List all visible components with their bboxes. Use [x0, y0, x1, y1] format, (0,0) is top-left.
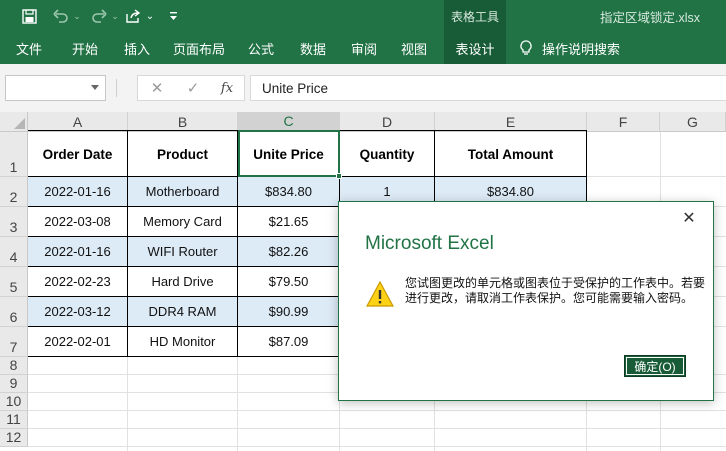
gridline — [28, 428, 726, 429]
table-header-quantity[interactable]: Quantity — [340, 132, 434, 176]
ribbon-tab-bar: 文件 开始 插入 页面布局 公式 数据 审阅 视图 表设计 操作说明搜索 — [0, 32, 726, 64]
row-header-7[interactable]: 7 — [0, 327, 28, 357]
column-header-f[interactable]: F — [587, 112, 660, 132]
tab-view[interactable]: 视图 — [391, 32, 437, 64]
table-cell[interactable]: 2022-03-08 — [28, 207, 127, 236]
table-cell[interactable]: DDR4 RAM — [128, 297, 237, 326]
tab-insert[interactable]: 插入 — [114, 32, 160, 64]
formula-input[interactable]: Unite Price — [250, 75, 726, 101]
table-cell[interactable]: $21.65 — [238, 207, 339, 236]
table-cell[interactable]: 2022-02-23 — [28, 267, 127, 296]
row-header-8[interactable]: 8 — [0, 357, 28, 375]
table-header-total-amount[interactable]: Total Amount — [435, 132, 586, 176]
gridline — [587, 176, 726, 177]
protected-sheet-dialog: ✕ Microsoft Excel 您试图更改的单元格或图表位于受保护的工作表中… — [338, 201, 714, 401]
tab-data[interactable]: 数据 — [290, 32, 336, 64]
document-title: 指定区域锁定.xlsx — [600, 10, 701, 25]
column-header-g[interactable]: G — [660, 112, 726, 132]
dialog-title: Microsoft Excel — [365, 233, 494, 254]
table-tools-context-label: 表格工具 — [444, 0, 506, 32]
row-header-1[interactable]: 1 — [0, 132, 28, 177]
fill-handle[interactable] — [336, 173, 342, 179]
undo-icon[interactable] — [50, 0, 72, 32]
redo-dropdown-icon[interactable]: ⌄ — [110, 0, 120, 32]
close-icon[interactable]: ✕ — [680, 209, 698, 227]
row-header-4[interactable]: 4 — [0, 237, 28, 267]
formula-buttons: ✕ ✓ fx — [137, 75, 245, 101]
column-header-d[interactable]: D — [340, 112, 435, 132]
warning-icon — [365, 280, 395, 308]
chevron-down-icon[interactable] — [91, 85, 99, 90]
dialog-message: 您试图更改的单元格或图表位于受保护的工作表中。若要进行更改，请取消工作表保护。您… — [405, 276, 706, 305]
column-header-b[interactable]: B — [128, 112, 238, 132]
formula-bar: ✕ ✓ fx Unite Price — [0, 64, 726, 112]
separator — [116, 79, 117, 97]
tab-page-layout[interactable]: 页面布局 — [168, 32, 230, 64]
table-header-order-date[interactable]: Order Date — [28, 132, 127, 176]
ok-button[interactable]: 确定(O) — [624, 355, 686, 377]
table-cell[interactable]: $90.99 — [238, 297, 339, 326]
tell-me-search[interactable]: 操作说明搜索 — [520, 32, 630, 64]
gridline — [28, 410, 726, 411]
active-cell-selection[interactable] — [238, 130, 342, 179]
table-cell[interactable]: $82.26 — [238, 237, 339, 266]
table-cell[interactable]: $79.50 — [238, 267, 339, 296]
row-header-9[interactable]: 9 — [0, 375, 28, 393]
share-dropdown-icon[interactable]: ⌄ — [144, 0, 156, 32]
customize-qat-icon[interactable] — [166, 0, 180, 32]
gridline — [237, 357, 238, 451]
tab-formulas[interactable]: 公式 — [238, 32, 284, 64]
table-cell[interactable]: 2022-01-16 — [28, 237, 127, 266]
cancel-icon[interactable]: ✕ — [142, 76, 172, 100]
name-box[interactable] — [5, 75, 106, 101]
row-header-2[interactable]: 2 — [0, 177, 28, 207]
enter-icon[interactable]: ✓ — [178, 76, 208, 100]
table-cell[interactable]: 2022-02-01 — [28, 327, 127, 356]
lightbulb-icon — [520, 40, 532, 56]
redo-icon[interactable] — [88, 0, 110, 32]
table-cell[interactable]: HD Monitor — [128, 327, 237, 356]
column-header-a[interactable]: A — [28, 112, 128, 132]
table-cell[interactable]: 2022-01-16 — [28, 177, 127, 206]
tab-table-design[interactable]: 表设计 — [444, 32, 506, 64]
row-header-6[interactable]: 6 — [0, 297, 28, 327]
table-cell[interactable]: $87.09 — [238, 327, 339, 356]
table-cell[interactable]: Memory Card — [128, 207, 237, 236]
row-header-11[interactable]: 11 — [0, 411, 28, 429]
column-header-c[interactable]: C — [238, 112, 340, 132]
gridline — [28, 446, 726, 447]
share-icon[interactable] — [123, 0, 143, 32]
table-cell[interactable]: Hard Drive — [128, 267, 237, 296]
row-header-5[interactable]: 5 — [0, 267, 28, 297]
tab-review[interactable]: 审阅 — [341, 32, 387, 64]
save-icon[interactable] — [18, 0, 40, 32]
gridline — [127, 357, 128, 451]
title-bar: ⌄ ⌄ ⌄ 表格工具 指定区域锁定.xlsx — [0, 0, 726, 32]
table-header-product[interactable]: Product — [128, 132, 237, 176]
row-header-3[interactable]: 3 — [0, 207, 28, 237]
insert-function-icon[interactable]: fx — [212, 76, 242, 100]
tab-file[interactable]: 文件 — [6, 32, 52, 64]
select-all-corner[interactable] — [0, 112, 28, 132]
table-cell[interactable]: $834.80 — [238, 177, 339, 206]
row-header-10[interactable]: 10 — [0, 393, 28, 411]
column-header-e[interactable]: E — [435, 112, 587, 132]
tell-me-label: 操作说明搜索 — [542, 41, 621, 57]
tab-home[interactable]: 开始 — [62, 32, 108, 64]
table-cell[interactable]: Motherboard — [128, 177, 237, 206]
undo-dropdown-icon[interactable]: ⌄ — [72, 0, 82, 32]
row-header-12[interactable]: 12 — [0, 429, 28, 447]
table-cell[interactable]: 2022-03-12 — [28, 297, 127, 326]
table-cell[interactable]: WIFI Router — [128, 237, 237, 266]
